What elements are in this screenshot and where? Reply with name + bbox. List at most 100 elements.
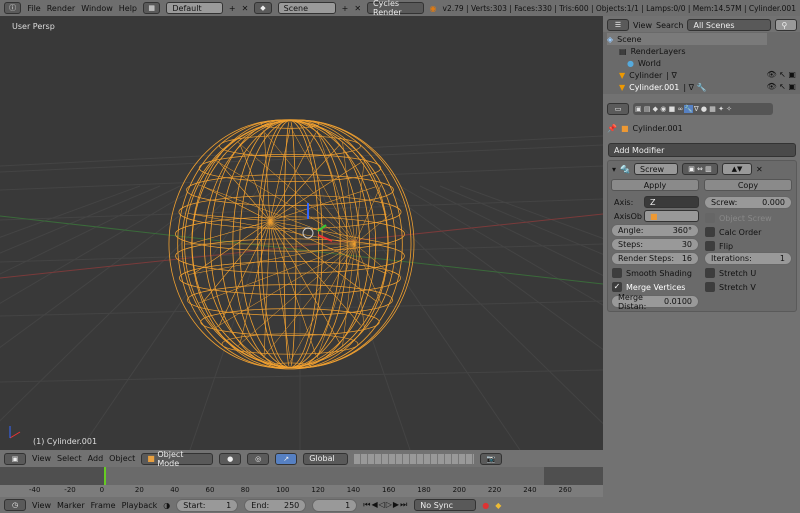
manipulator-icon[interactable]: ↗ [275, 452, 298, 465]
layout-icon[interactable]: ▦ [143, 2, 161, 14]
calc-order-checkbox[interactable]: Calc Order [705, 226, 761, 238]
remove-scene-icon[interactable]: ✕ [354, 4, 361, 13]
layer-buttons[interactable] [354, 453, 475, 464]
outliner-item-cylinder-001[interactable]: ▼ Cylinder.001 | ∇ 🔧 [619, 81, 706, 93]
outliner-menu-view[interactable]: View [633, 21, 652, 30]
shading-icon[interactable]: ● [219, 452, 242, 465]
3d-viewport[interactable]: User Persp (1) Cylinder.001 [0, 16, 603, 450]
outliner-item-world[interactable]: ● World [627, 57, 661, 69]
checkmark-icon: ✓ [612, 282, 622, 292]
label: Steps: [618, 240, 644, 249]
menu-render[interactable]: Render [47, 4, 75, 13]
steps-field[interactable]: Steps: 30 [611, 238, 699, 251]
modifier-name-field[interactable]: Screw [633, 163, 678, 175]
add-scene-icon[interactable]: + [342, 4, 349, 13]
start-frame-field[interactable]: Start: 1 [176, 498, 239, 512]
menu-object[interactable]: Object [109, 454, 135, 463]
timeline-area[interactable] [0, 467, 603, 485]
pivot-icon[interactable]: ◎ [247, 452, 270, 465]
outliner-item-scene[interactable]: ◈ Scene [607, 33, 767, 45]
render-steps-field[interactable]: Render Steps: 16 [611, 252, 699, 265]
end-label: End: [251, 500, 270, 510]
checkbox [705, 241, 715, 251]
record-icon[interactable]: ● [482, 501, 489, 510]
layout-select[interactable]: Default [166, 2, 223, 14]
label: Angle: [618, 226, 644, 235]
search-icon[interactable]: ⚲ [775, 19, 798, 31]
merge-vertices-checkbox[interactable]: ✓ Merge Vertices [612, 281, 685, 293]
render-icon[interactable]: 📷 [480, 452, 503, 465]
tl-menu-playback[interactable]: Playback [122, 501, 158, 510]
collapse-icon[interactable]: ▾ [612, 165, 616, 174]
screw-field[interactable]: Screw: 0.000 [704, 196, 792, 209]
menu-view[interactable]: View [32, 454, 51, 463]
current-frame-field[interactable]: 1 [312, 498, 358, 512]
remove-modifier-icon[interactable]: ✕ [756, 165, 763, 174]
outliner-item-renderlayers[interactable]: ▤ RenderLayers [619, 45, 686, 57]
object-screw-checkbox[interactable]: Object Screw [705, 212, 772, 224]
keying-icon[interactable]: ◑ [163, 501, 170, 510]
cube-icon: ■ [147, 454, 158, 463]
timeline-ruler[interactable]: -40 -20 0 20 40 60 80 100 120 140 160 180 200 220 240 2… [0, 485, 603, 497]
axis-object-field[interactable]: ■ [644, 210, 699, 222]
ruler-tick: 40 [170, 486, 180, 494]
info-editor-icon[interactable]: ⓘ [4, 2, 22, 14]
outliner-item-cylinder[interactable]: ▼ Cylinder | ∇ [619, 69, 677, 81]
label: Flip [719, 241, 734, 251]
menu-file[interactable]: File [27, 4, 40, 13]
item-label: RenderLayers [630, 46, 686, 56]
render-engine-select[interactable]: Cycles Render [367, 0, 424, 17]
axis-select[interactable]: Z [644, 196, 699, 208]
menu-window[interactable]: Window [81, 4, 113, 13]
sync-select[interactable]: No Sync [414, 499, 477, 511]
ruler-tick: -20 [64, 486, 76, 494]
tl-menu-view[interactable]: View [32, 501, 51, 510]
visibility-icons[interactable]: 👁 ↖ ▣ [766, 82, 796, 91]
copy-button[interactable]: Copy [704, 179, 792, 191]
grid-line [459, 185, 603, 239]
3d-cursor-icon [302, 227, 314, 239]
display-toggles[interactable]: ▣ ⇔ ▥ [681, 163, 718, 175]
merge-distance-field[interactable]: Merge Distan: 0.0100 [611, 293, 699, 311]
tl-menu-frame[interactable]: Frame [91, 501, 116, 510]
editor-type-icon[interactable]: ▣ [4, 452, 26, 465]
scene-icon[interactable]: ◆ [254, 2, 272, 14]
keyframe-icon[interactable]: ◆ [495, 501, 501, 510]
iterations-field[interactable]: Iterations: 1 [704, 252, 792, 265]
orientation-select[interactable]: Global [303, 452, 349, 465]
smooth-shading-checkbox[interactable]: Smooth Shading [612, 267, 692, 279]
menu-add[interactable]: Add [88, 454, 104, 463]
tl-menu-marker[interactable]: Marker [57, 501, 85, 510]
visibility-icons[interactable]: 👁 ↖ ▣ [766, 70, 796, 79]
ruler-tick: 220 [487, 486, 502, 494]
stretch-v-checkbox[interactable]: Stretch V [705, 281, 756, 293]
remove-layout-icon[interactable]: ✕ [242, 4, 249, 13]
apply-button[interactable]: Apply [611, 179, 699, 191]
context-tabs[interactable]: ▣ ▤ ◆ ◉ ■ ∞ 🔧 ∇ ● ▦ ✦ ✧ [633, 103, 773, 115]
scene-select[interactable]: Scene [277, 2, 336, 14]
outliner-menu-search[interactable]: Search [656, 21, 683, 30]
label: Stretch U [719, 268, 757, 278]
checkbox [705, 227, 715, 237]
ruler-tick: 180 [417, 486, 431, 494]
properties-editor-icon[interactable]: ▭ [607, 103, 629, 115]
timeline-editor-icon[interactable]: ◷ [4, 499, 26, 511]
menu-help[interactable]: Help [119, 4, 137, 13]
move-up-down[interactable]: ▲▼ [721, 163, 752, 175]
end-frame-field[interactable]: End: 250 [244, 498, 307, 512]
label: Merge Vertices [626, 282, 686, 292]
outliner-filter-select[interactable]: All Scenes [687, 19, 772, 31]
menu-select[interactable]: Select [57, 454, 82, 463]
mode-select[interactable]: ■ Object Mode [141, 450, 214, 468]
flip-checkbox[interactable]: Flip [705, 240, 733, 252]
angle-field[interactable]: Angle: 360° [611, 224, 699, 237]
pin-icon[interactable]: 📌 [607, 124, 617, 133]
add-layout-icon[interactable]: + [229, 4, 236, 13]
stretch-u-checkbox[interactable]: Stretch U [705, 267, 756, 279]
playback-controls[interactable]: ⏮◀◁▷▶⏭ [363, 500, 408, 510]
label: Smooth Shading [626, 268, 692, 278]
add-modifier-select[interactable]: Add Modifier [608, 143, 796, 157]
current-frame-line[interactable] [104, 467, 106, 485]
item-label: Cylinder [629, 70, 663, 80]
outliner-editor-icon[interactable]: ☰ [607, 19, 629, 31]
